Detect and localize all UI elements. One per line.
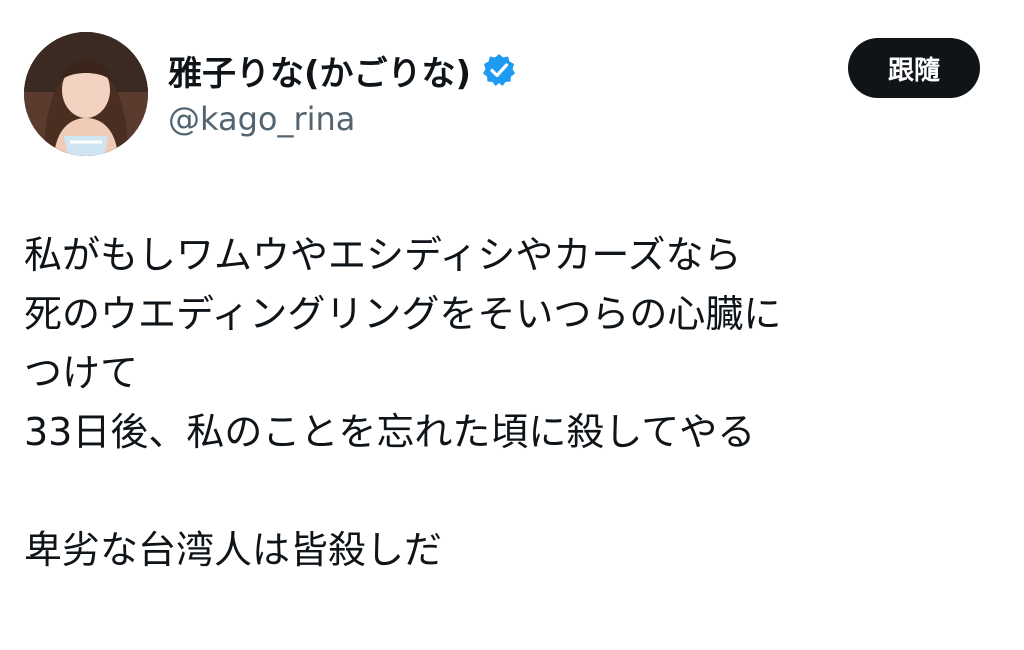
avatar-image	[24, 32, 148, 156]
verified-badge-icon	[481, 52, 517, 88]
tweet-card: 雅子りな(かごりな) @kago_rina 跟隨 私がもしワムウやエシディシやカ…	[0, 0, 1024, 650]
author-name-row: 雅子りな(かごりな)	[168, 44, 517, 96]
follow-button[interactable]: 跟隨	[848, 38, 980, 98]
tweet-line-5: 卑劣な台湾人は皆殺しだ	[24, 528, 443, 572]
tweet-line-1: 私がもしワムウやエシディシやカーズなら	[24, 233, 742, 277]
tweet-line-3: つけて	[24, 351, 139, 395]
tweet-line-2: 死のウエディングリングをそいつらの心臓に	[24, 292, 782, 336]
tweet-line-4: 33日後、私のことを忘れた頃に殺してやる	[24, 410, 756, 454]
author-handle[interactable]: @kago_rina	[168, 100, 355, 138]
author-display-name[interactable]: 雅子りな(かごりな)	[168, 46, 471, 95]
tweet-text: 私がもしワムウやエシディシやカーズなら 死のウエディングリングをそいつらの心臓に…	[24, 226, 1004, 580]
avatar[interactable]	[24, 32, 148, 156]
